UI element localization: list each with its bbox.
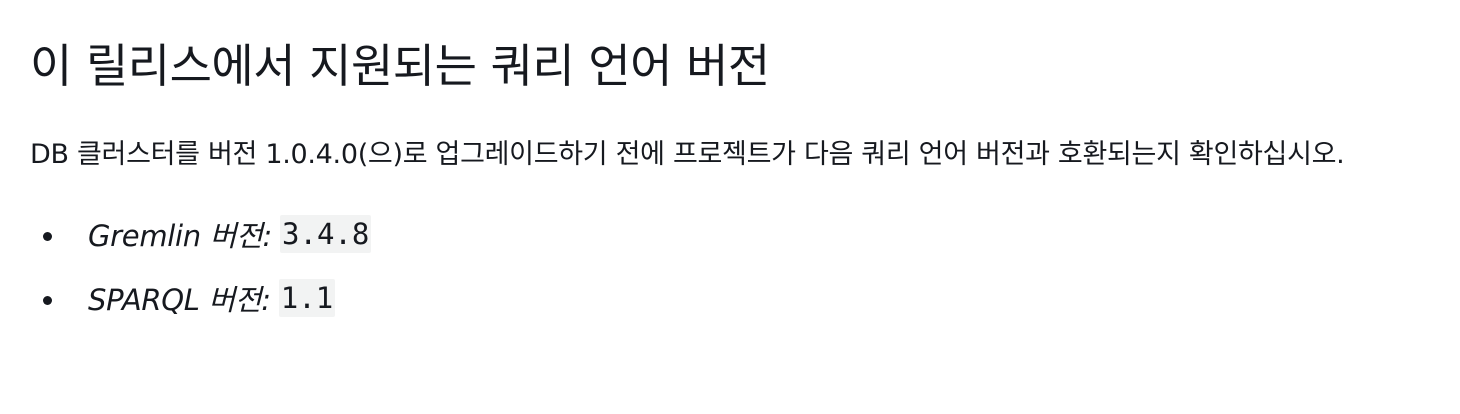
- list-item-sparql-version: SPARQL 버전: 1.1: [30, 266, 1430, 330]
- bullet-icon: [43, 232, 52, 241]
- document-page: 이 릴리스에서 지원되는 쿼리 언어 버전 DB 클러스터를 버전 1.0.4.…: [0, 0, 1460, 414]
- bullet-icon: [43, 296, 52, 305]
- version-list: Gremlin 버전: 3.4.8 SPARQL 버전: 1.1: [30, 202, 1430, 330]
- gremlin-version-value: 3.4.8: [280, 215, 372, 253]
- sparql-version-label: SPARQL 버전:: [88, 283, 271, 317]
- intro-paragraph: DB 클러스터를 버전 1.0.4.0(으)로 업그레이드하기 전에 프로젝트가…: [30, 139, 1345, 170]
- section-heading: 이 릴리스에서 지원되는 쿼리 언어 버전: [30, 39, 770, 93]
- list-item-gremlin-version: Gremlin 버전: 3.4.8: [30, 202, 1430, 266]
- gremlin-version-label: Gremlin 버전:: [88, 219, 273, 253]
- sparql-version-value: 1.1: [278, 279, 336, 317]
